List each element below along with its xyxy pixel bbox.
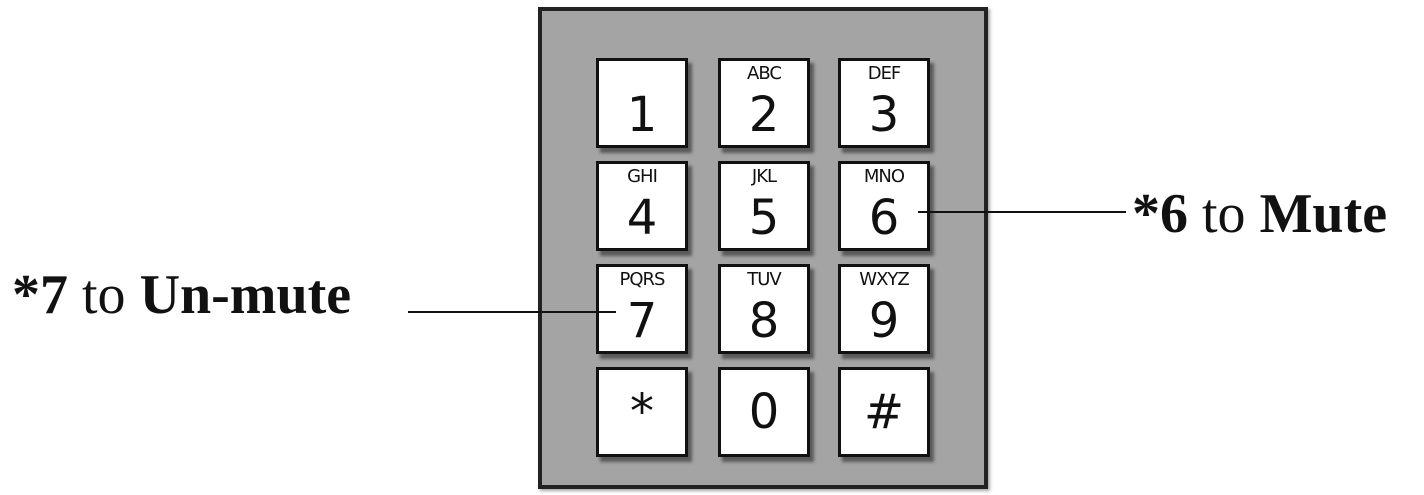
key-star[interactable]: *	[596, 367, 688, 457]
mute-code: *6	[1132, 183, 1188, 245]
key-hash[interactable]: #	[838, 367, 930, 457]
key-0[interactable]: 0	[718, 367, 810, 457]
key-letters: DEF	[867, 63, 902, 84]
key-4[interactable]: GHI 4	[596, 161, 688, 251]
key-digit: 3	[868, 87, 900, 143]
key-letters: MNO	[863, 166, 905, 187]
mute-connector: to	[1202, 183, 1246, 245]
key-3[interactable]: DEF 3	[838, 58, 930, 148]
key-7[interactable]: PQRS 7	[596, 264, 688, 354]
key-digit: 8	[748, 293, 780, 349]
key-6[interactable]: MNO 6	[838, 161, 930, 251]
key-digit: 4	[626, 190, 658, 246]
key-letters: WXYZ	[859, 269, 909, 290]
key-letters: GHI	[627, 166, 658, 187]
key-letters: ABC	[747, 63, 782, 84]
unmute-callout: *7 to Un-mute	[12, 267, 351, 323]
mute-callout: *6 to Mute	[1132, 186, 1387, 242]
key-8[interactable]: TUV 8	[718, 264, 810, 354]
unmute-code: *7	[12, 264, 68, 326]
key-digit: 9	[868, 293, 900, 349]
key-digit: #	[863, 384, 905, 440]
key-5[interactable]: JKL 5	[718, 161, 810, 251]
key-digit: 1	[626, 87, 658, 143]
key-digit: 6	[868, 190, 900, 246]
key-digit: 2	[748, 87, 780, 143]
keypad: 1 ABC 2 DEF 3 GHI 4 JKL 5 MNO 6 PQRS 7 T…	[538, 7, 988, 489]
unmute-leader-line	[408, 311, 616, 313]
key-digit: *	[630, 384, 654, 440]
key-digit: 5	[748, 190, 780, 246]
mute-leader-line	[918, 211, 1126, 213]
key-letters: PQRS	[619, 269, 666, 290]
key-digit: 7	[626, 293, 658, 349]
unmute-action: Un-mute	[139, 264, 352, 326]
key-digit: 0	[748, 384, 780, 440]
key-1[interactable]: 1	[596, 58, 688, 148]
key-9[interactable]: WXYZ 9	[838, 264, 930, 354]
mute-action: Mute	[1259, 183, 1388, 245]
key-2[interactable]: ABC 2	[718, 58, 810, 148]
key-letters: JKL	[751, 166, 777, 187]
key-letters: TUV	[747, 269, 781, 290]
unmute-connector: to	[82, 264, 126, 326]
